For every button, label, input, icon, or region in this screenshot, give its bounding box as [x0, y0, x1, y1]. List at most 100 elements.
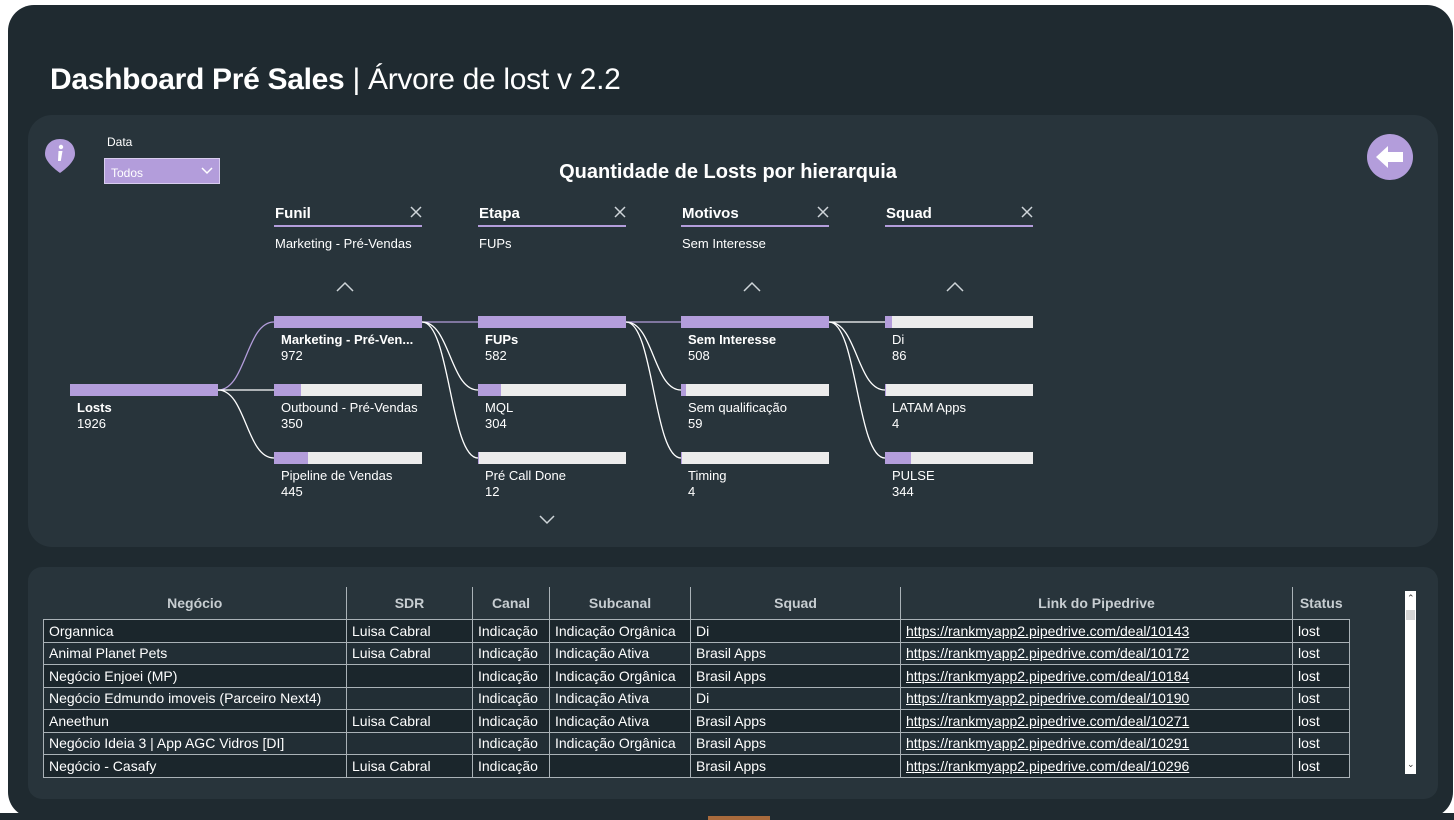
table-cell — [346, 664, 473, 688]
tree-node-bar[interactable] — [274, 316, 422, 328]
tree-node-bar[interactable] — [885, 384, 1033, 396]
table-cell: Luisa Cabral — [346, 619, 473, 643]
table-row[interactable]: Animal Planet Pets Luisa Cabral Indicação I… — [43, 641, 1350, 665]
scroll-down-icon[interactable]: ⌄ — [1407, 759, 1415, 770]
tree-node-fill — [885, 452, 912, 464]
column-header[interactable]: Negócio — [44, 587, 347, 620]
table-row[interactable]: Negócio Ideia 3 | App AGC Vidros [DI] Ind… — [43, 731, 1350, 755]
node-value: 344 — [892, 484, 914, 499]
tree-node-fill — [478, 316, 626, 328]
tree-node-bar[interactable] — [681, 452, 829, 464]
table-scrollbar[interactable]: ⌃ ⌄ — [1405, 591, 1416, 774]
table-cell: Negócio Ideia 3 | App AGC Vidros [DI] — [43, 731, 347, 755]
table-cell: Di — [690, 619, 901, 643]
table-cell — [549, 754, 691, 778]
table-cell: Indicação — [472, 619, 550, 643]
node-value: 59 — [688, 416, 703, 431]
column-header[interactable]: Status — [1292, 587, 1350, 620]
tree-node-root[interactable] — [70, 384, 218, 396]
tree-node-fill — [274, 384, 301, 396]
node-value: 445 — [281, 484, 303, 499]
bottom-strip — [0, 813, 1454, 820]
node-label: FUPs — [485, 332, 519, 347]
node-label: Pré Call Done — [485, 468, 566, 483]
table-cell — [346, 686, 473, 710]
column-header[interactable]: SDR — [346, 587, 473, 620]
table-cell: Indicação Ativa — [549, 709, 691, 733]
table-row[interactable]: Aneethun Luisa Cabral Indicação Indicação A… — [43, 709, 1350, 733]
table-cell: Aneethun — [43, 709, 347, 733]
table-row[interactable]: Negócio Edmundo imoveis (Parceiro Next4)… — [43, 686, 1350, 710]
table-cell: Indicação — [472, 641, 550, 665]
tree-node-bar[interactable] — [274, 384, 422, 396]
column-header[interactable]: Canal — [472, 587, 550, 620]
table-cell: Luisa Cabral — [346, 709, 473, 733]
column-header[interactable]: Link do Pipedrive — [900, 587, 1293, 620]
table-cell: Brasil Apps — [690, 709, 901, 733]
table-cell: Indicação — [472, 709, 550, 733]
node-label: MQL — [485, 400, 514, 415]
scroll-up-icon[interactable]: ⌃ — [1407, 593, 1415, 604]
scroll-thumb[interactable] — [1406, 610, 1415, 620]
table-cell: Brasil Apps — [690, 754, 901, 778]
table-cell: Organnica — [43, 619, 347, 643]
node-value: 86 — [892, 348, 907, 363]
table-header-row: Negócio SDR Canal Subcanal Squad Link do Pipe… — [44, 587, 1350, 620]
pipedrive-link[interactable]: https://rankmyapp2.pipedrive.com/deal/10… — [900, 731, 1293, 755]
pipedrive-link[interactable]: https://rankmyapp2.pipedrive.com/deal/10… — [900, 664, 1293, 688]
column-header[interactable]: Subcanal — [549, 587, 691, 620]
column-header[interactable]: Squad — [690, 587, 901, 620]
node-value: 304 — [485, 416, 507, 431]
tree-node-bar[interactable] — [274, 452, 422, 464]
table-cell: Animal Planet Pets — [43, 641, 347, 665]
table-cell: Indicação — [472, 754, 550, 778]
node-label: Pipeline de Vendas — [281, 468, 393, 483]
tree-node-bar[interactable] — [681, 384, 829, 396]
node-value: 582 — [485, 348, 507, 363]
tree-node-bar[interactable] — [478, 316, 626, 328]
tree-connector — [421, 321, 479, 459]
tree-node-fill — [681, 316, 829, 328]
table-row[interactable]: Negócio - Casafy Luisa Cabral Indicação Bra… — [43, 754, 1350, 778]
table-cell — [346, 731, 473, 755]
table-row[interactable]: Negócio Enjoei (MP) Indicação Indicação Or… — [43, 664, 1350, 688]
table-cell: lost — [1292, 754, 1350, 778]
tree-connector — [828, 321, 886, 459]
tree-node-bar[interactable] — [681, 316, 829, 328]
table-row[interactable]: Organnica Luisa Cabral Indicação Indicação … — [43, 619, 1350, 643]
table-cell: Indicação — [472, 664, 550, 688]
node-value: 12 — [485, 484, 500, 499]
tree-node-fill — [885, 316, 892, 328]
tree-node-bar[interactable] — [885, 316, 1033, 328]
node-value: 4 — [892, 416, 900, 431]
tree-connector — [217, 321, 275, 391]
table-cell: Negócio Edmundo imoveis (Parceiro Next4) — [43, 686, 347, 710]
node-label: Timing — [688, 468, 727, 483]
tree-node-fill — [681, 452, 682, 464]
node-label: Di — [892, 332, 905, 347]
table-cell: lost — [1292, 731, 1350, 755]
deals-table: Negócio SDR Canal Subcanal Squad Link do Pipe… — [43, 587, 1350, 778]
pipedrive-link[interactable]: https://rankmyapp2.pipedrive.com/deal/10… — [900, 709, 1293, 733]
tree-node-bar[interactable] — [478, 384, 626, 396]
pipedrive-link[interactable]: https://rankmyapp2.pipedrive.com/deal/10… — [900, 754, 1293, 778]
table-cell: Negócio Enjoei (MP) — [43, 664, 347, 688]
pipedrive-link[interactable]: https://rankmyapp2.pipedrive.com/deal/10… — [900, 619, 1293, 643]
tree-connector — [625, 321, 682, 459]
table-cell: Indicação Ativa — [549, 641, 691, 665]
table-cell: Indicação Orgânica — [549, 664, 691, 688]
table-body: Organnica Luisa Cabral Indicação Indicação … — [43, 619, 1350, 778]
decomposition-tree-panel: Data Todos Quantidade de Losts por hiera… — [28, 115, 1438, 547]
tree-node-bar[interactable] — [478, 452, 626, 464]
pipedrive-link[interactable]: https://rankmyapp2.pipedrive.com/deal/10… — [900, 686, 1293, 710]
pipedrive-link[interactable]: https://rankmyapp2.pipedrive.com/deal/10… — [900, 641, 1293, 665]
table-cell: Indicação Ativa — [549, 686, 691, 710]
chevron-down-icon[interactable] — [539, 515, 555, 525]
tree-node-bar[interactable] — [885, 452, 1033, 464]
node-label: LATAM Apps — [892, 400, 966, 415]
node-value: 350 — [281, 416, 303, 431]
tree-node-fill — [478, 452, 479, 464]
node-label: Losts — [77, 400, 112, 415]
table-cell: lost — [1292, 619, 1350, 643]
page-title-main: Dashboard Pré Sales — [50, 63, 345, 96]
